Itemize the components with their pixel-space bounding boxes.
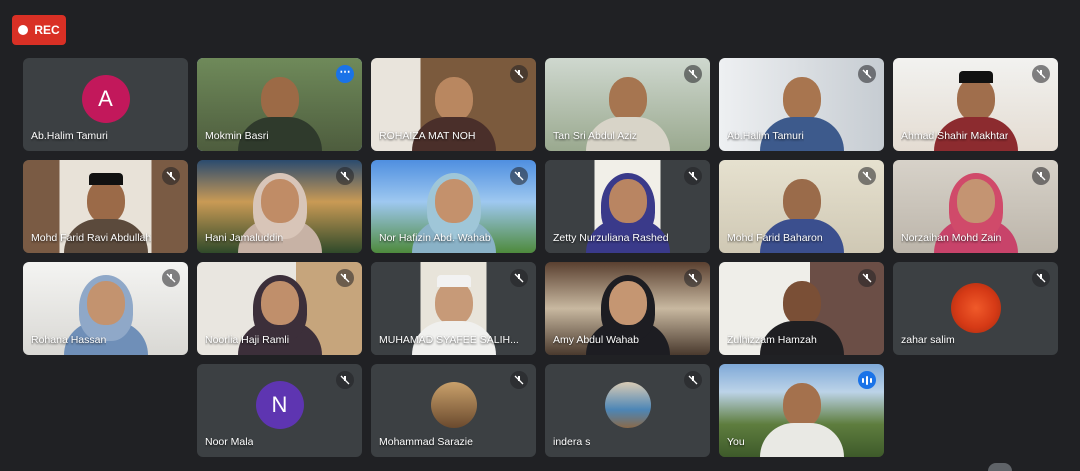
participant-tile[interactable]: ROHAIZA MAT NOH — [371, 58, 536, 151]
participant-tile[interactable]: Mohammad Sarazie — [371, 364, 536, 457]
avatar — [604, 381, 651, 428]
speaking-indicator-icon — [858, 371, 876, 389]
avatar — [950, 282, 1001, 333]
participant-tile[interactable]: MUHAMAD SYAFEE SALIH... — [371, 262, 536, 355]
participant-name: Mohammad Sarazie — [379, 436, 473, 448]
more-options-icon[interactable]: ⋯ — [336, 65, 354, 83]
participant-name: Ab.Halim Tamuri — [727, 130, 804, 142]
mic-off-icon — [162, 269, 180, 287]
participant-tile[interactable]: Rohana Hassan — [23, 262, 188, 355]
participant-name: Hani Jamaluddin — [205, 232, 284, 244]
participant-tile[interactable]: Tan Sri Abdul Aziz — [545, 58, 710, 151]
participant-tile-pinned[interactable]: ⋯ Mokmin Basri — [197, 58, 362, 151]
participant-name: MUHAMAD SYAFEE SALIH... — [379, 334, 519, 346]
mic-off-icon — [1032, 65, 1050, 83]
participant-name: Ab.Halim Tamuri — [31, 130, 108, 142]
participant-name: Zetty Nurzuliana Rashed — [553, 232, 669, 244]
participant-tile[interactable]: Hani Jamaluddin — [197, 160, 362, 253]
recording-label: REC — [34, 23, 60, 37]
recording-indicator[interactable]: REC — [12, 15, 66, 45]
mic-off-icon — [336, 167, 354, 185]
participant-tile[interactable]: N Noor Mala — [197, 364, 362, 457]
record-dot-icon — [18, 25, 29, 35]
participant-name: Tan Sri Abdul Aziz — [553, 130, 638, 142]
participant-tile[interactable]: Ahmad Shahir Makhtar — [893, 58, 1058, 151]
participant-name: indera s — [553, 436, 591, 448]
participant-tile[interactable]: Norzaihan Mohd Zain — [893, 160, 1058, 253]
mic-off-icon — [510, 167, 528, 185]
participant-name: Zulhizzam Hamzah — [727, 334, 817, 346]
avatar: N — [255, 380, 304, 429]
participant-tile[interactable]: Ab.Halim Tamuri — [719, 58, 884, 151]
participant-name: Mokmin Basri — [205, 130, 269, 142]
mic-off-icon — [162, 167, 180, 185]
participant-tile[interactable]: Mohd Farid Baharon — [719, 160, 884, 253]
participant-name: Norzaihan Mohd Zain — [901, 232, 1002, 244]
mic-off-icon — [510, 65, 528, 83]
mic-off-icon — [858, 167, 876, 185]
participant-name: Noorlia Haji Ramli — [205, 334, 290, 346]
participant-tile[interactable]: Zulhizzam Hamzah — [719, 262, 884, 355]
mic-off-icon — [684, 167, 702, 185]
participant-tile[interactable]: indera s — [545, 364, 710, 457]
avatar — [430, 381, 477, 428]
scroll-indicator — [988, 463, 1012, 471]
participant-name: Mohd Farid Baharon — [727, 232, 823, 244]
mic-off-icon — [510, 371, 528, 389]
participant-tile[interactable]: Zetty Nurzuliana Rashed — [545, 160, 710, 253]
mic-off-icon — [684, 371, 702, 389]
mic-off-icon — [1032, 269, 1050, 287]
participant-tile[interactable]: zahar salim — [893, 262, 1058, 355]
mic-off-icon — [336, 371, 354, 389]
mic-off-icon — [510, 269, 528, 287]
mic-off-icon — [336, 269, 354, 287]
participant-name: Rohana Hassan — [31, 334, 107, 346]
mic-off-icon — [858, 269, 876, 287]
mic-off-icon — [684, 65, 702, 83]
participant-name: Ahmad Shahir Makhtar — [901, 130, 1009, 142]
participant-name: ROHAIZA MAT NOH — [379, 130, 476, 142]
mic-off-icon — [858, 65, 876, 83]
participant-name: Mohd Farid Ravi Abdullah — [31, 232, 152, 244]
participant-tile[interactable]: Amy Abdul Wahab — [545, 262, 710, 355]
participant-name: Nor Hafizin Abd. Wahab — [379, 232, 491, 244]
participant-name: zahar salim — [901, 334, 955, 346]
participant-name: Noor Mala — [205, 436, 254, 448]
participant-video — [759, 383, 844, 457]
participant-name: Amy Abdul Wahab — [553, 334, 639, 346]
participant-tile[interactable]: A Ab.Halim Tamuri — [23, 58, 188, 151]
participant-name: You — [727, 436, 745, 448]
mic-off-icon — [684, 269, 702, 287]
meeting-grid: REC A Ab.Halim Tamuri ⋯ Mokmin Basri ROH… — [0, 0, 1080, 471]
mic-off-icon — [1032, 167, 1050, 185]
participant-tile[interactable]: Noorlia Haji Ramli — [197, 262, 362, 355]
avatar: A — [81, 74, 130, 123]
participant-tile[interactable]: Mohd Farid Ravi Abdullah — [23, 160, 188, 253]
participant-tile[interactable]: Nor Hafizin Abd. Wahab — [371, 160, 536, 253]
self-view-tile[interactable]: You — [719, 364, 884, 457]
